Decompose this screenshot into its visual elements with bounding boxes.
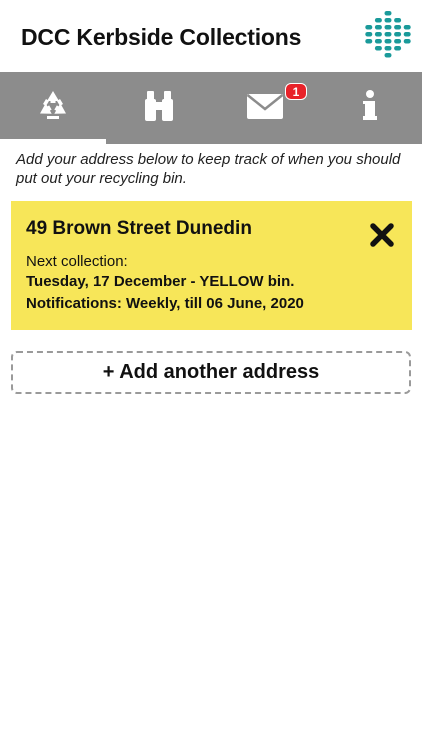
logo-pill: [384, 53, 392, 58]
intro-text: Add your address below to keep track of …: [16, 151, 401, 187]
logo-pill: [374, 46, 382, 51]
app-title: DCC Kerbside Collections: [21, 24, 302, 50]
dcc-logo-icon: [362, 9, 414, 61]
logo-pill: [403, 39, 411, 44]
next-collection-label: Next collection:: [26, 253, 128, 270]
remove-address-button[interactable]: [368, 222, 396, 253]
logo-pill: [394, 39, 402, 44]
mail-icon: [246, 91, 284, 126]
logo-pill: [384, 11, 392, 16]
add-address-button[interactable]: + Add another address: [11, 351, 411, 394]
logo-pill: [384, 25, 392, 30]
logo-pill: [384, 18, 392, 23]
recycle-icon: [35, 88, 71, 129]
logo-pill: [365, 39, 373, 44]
logo-pill: [384, 32, 392, 37]
address-title: 49 Brown Street Dunedin: [26, 218, 252, 239]
logo-pill: [365, 32, 373, 37]
notifications-value: Notifications: Weekly, till 06 June, 202…: [26, 295, 304, 312]
logo-pill: [374, 18, 382, 23]
logo-pill: [384, 39, 392, 44]
tab-search[interactable]: [106, 72, 212, 144]
binoculars-icon: [140, 87, 178, 130]
logo-pill: [403, 32, 411, 37]
info-icon: [360, 89, 380, 128]
logo-pill: [374, 32, 382, 37]
unread-badge: 1: [285, 83, 307, 100]
logo-pill: [384, 46, 392, 51]
address-card: 49 Brown Street Dunedin Next collection:…: [11, 201, 412, 330]
logo-pill: [365, 25, 373, 30]
logo-pill: [394, 18, 402, 23]
logo-pill: [374, 39, 382, 44]
logo-pill: [403, 25, 411, 30]
logo-pill: [394, 32, 402, 37]
app-header: DCC Kerbside Collections: [0, 0, 422, 72]
next-collection-value: Tuesday, 17 December - YELLOW bin.: [26, 273, 295, 290]
tab-bar: [0, 72, 422, 144]
logo-pill: [374, 25, 382, 30]
logo-pill: [394, 46, 402, 51]
active-tab-indicator: [0, 139, 106, 144]
close-icon: [369, 222, 395, 253]
tab-info[interactable]: [318, 72, 422, 144]
logo-pill: [394, 25, 402, 30]
tab-recycling[interactable]: [0, 72, 106, 144]
